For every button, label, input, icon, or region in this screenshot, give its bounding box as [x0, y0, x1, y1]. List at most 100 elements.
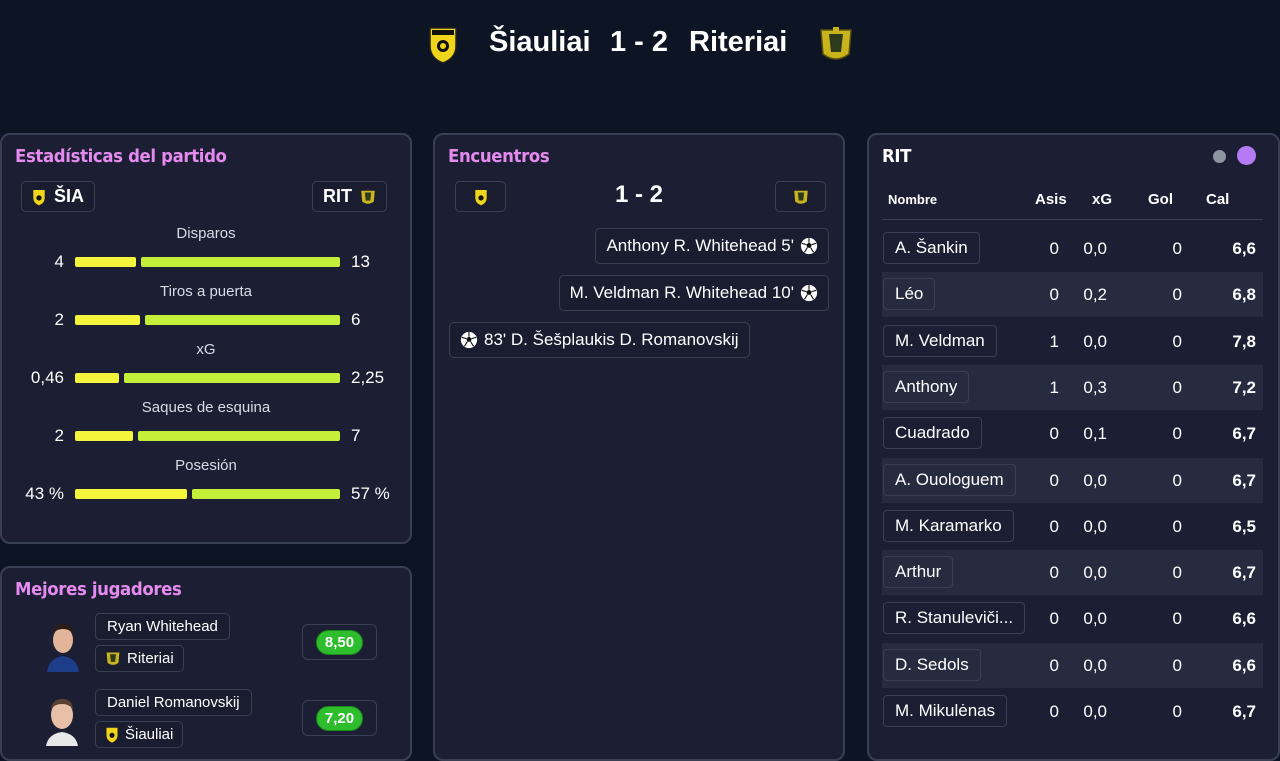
player-name[interactable]: A. Šankin: [883, 232, 980, 264]
stat-away-value: 7: [351, 426, 361, 445]
table-row[interactable]: Anthony 1 0,3 0 7,2: [882, 364, 1263, 410]
player-name: Daniel Romanovskij: [107, 694, 240, 711]
player-rating: 7,20: [315, 705, 364, 731]
table-row[interactable]: A. Šankin 0 0,0 0 6,6: [882, 226, 1263, 271]
goal-event[interactable]: M. Veldman R. Whitehead 10': [558, 275, 829, 311]
player-rating-badge: 8,50: [302, 624, 377, 660]
match-score: 1 - 2: [610, 26, 669, 58]
rating-cell: 6,7: [1232, 702, 1256, 721]
goal-event[interactable]: Anthony R. Whitehead 5': [595, 228, 829, 264]
siauliai-crest-icon: [429, 27, 457, 64]
stat-home-value: 2: [54, 310, 64, 329]
events-panel: Encuentros 1 - 2 Anthony R. Whitehead 5'…: [433, 133, 845, 761]
table-row[interactable]: M. Veldman 1 0,0 0 7,8: [882, 319, 1263, 364]
stat-label: Tiros a puerta: [160, 283, 252, 300]
player-rating: 8,50: [315, 629, 364, 655]
stat-home-value: 4: [54, 252, 64, 271]
stat-home-bar: [75, 315, 140, 325]
player-name-chip[interactable]: Daniel Romanovskij: [95, 689, 252, 716]
xg-cell: 0,3: [1083, 377, 1107, 397]
table-row[interactable]: D. Sedols 0 0,0 0 6,6: [882, 642, 1263, 688]
assists-cell: 1: [1049, 331, 1059, 351]
xg-cell: 0,0: [1083, 655, 1107, 675]
stat-home-value: 0,46: [30, 368, 64, 387]
player-name[interactable]: A. Ouologuem: [883, 463, 1016, 496]
player-name[interactable]: M. Mikulėnas: [883, 695, 1008, 727]
stat-home-bar: [75, 431, 133, 441]
match-header: Šiauliai 1 - 2 Riteriai: [0, 0, 1280, 90]
soccer-ball-icon: [800, 284, 818, 302]
player-name-chip[interactable]: Ryan Whitehead: [95, 613, 230, 640]
stat-away-value: 2,25: [351, 368, 385, 387]
page-indicator-dot[interactable]: [1213, 150, 1226, 163]
xg-cell: 0,0: [1083, 239, 1107, 258]
lineup-panel-title: RIT: [882, 146, 912, 167]
player-name[interactable]: M. Veldman: [883, 324, 997, 357]
xg-cell: 0,0: [1083, 563, 1107, 583]
riteriai-crest-icon: [361, 190, 375, 204]
away-crest-chip: [775, 181, 826, 212]
assists-cell: 0: [1049, 285, 1059, 305]
player-name[interactable]: Arthur: [883, 556, 954, 589]
xg-cell: 0,0: [1083, 702, 1107, 721]
column-header-goals: Gol: [1148, 191, 1173, 208]
away-team-chip: RIT: [312, 181, 387, 212]
column-header-rating: Cal: [1206, 191, 1230, 208]
assists-cell: 0: [1049, 702, 1059, 721]
player-name[interactable]: M. Karamarko: [883, 509, 1014, 542]
assists-cell: 1: [1049, 377, 1059, 397]
player-name[interactable]: Cuadrado: [883, 417, 982, 450]
stat-away-bar: [192, 489, 340, 499]
riteriai-crest-icon: [820, 27, 852, 60]
page-indicator-dot-active[interactable]: [1237, 146, 1256, 165]
rating-cell: 6,7: [1232, 424, 1256, 444]
stat-home-bar: [75, 489, 187, 499]
table-row[interactable]: R. Stanuleviči... 0 0,0 0 6,6: [882, 596, 1263, 641]
rating-cell: 6,7: [1232, 563, 1256, 583]
rating-cell: 6,6: [1232, 655, 1256, 675]
rating-cell: 6,7: [1232, 470, 1256, 490]
away-team-name: Riteriai: [689, 26, 788, 58]
player-name[interactable]: Anthony: [883, 370, 970, 403]
avatar: [42, 690, 82, 746]
goals-cell: 0: [1172, 285, 1182, 305]
goals-cell: 0: [1172, 470, 1182, 490]
rating-cell: 6,6: [1232, 609, 1256, 629]
events-panel-title: Encuentros: [448, 146, 550, 167]
riteriai-crest-icon: [106, 652, 120, 665]
stat-label: Disparos: [176, 225, 236, 242]
xg-cell: 0,1: [1083, 424, 1107, 444]
assists-cell: 0: [1049, 470, 1059, 490]
header-divider: [882, 219, 1263, 220]
goal-event-text: Anthony R. Whitehead 5': [606, 236, 794, 255]
home-team-name: Šiauliai: [489, 26, 591, 58]
avatar: [43, 616, 83, 672]
player-name[interactable]: D. Sedols: [883, 648, 981, 681]
stat-home-bar: [75, 257, 136, 267]
stat-label: xG: [196, 341, 216, 358]
table-row[interactable]: Arthur 0 0,0 0 6,7: [882, 550, 1263, 596]
xg-cell: 0,0: [1083, 331, 1107, 351]
goal-event-text: 83' D. Šešplaukis D. Romanovskij: [484, 330, 739, 349]
home-team-abbr: ŠIA: [54, 186, 85, 206]
table-row[interactable]: Léo 0 0,2 0 6,8: [882, 272, 1263, 318]
player-name[interactable]: Léo: [883, 278, 936, 311]
table-row[interactable]: M. Karamarko 0 0,0 0 6,5: [882, 504, 1263, 549]
goals-cell: 0: [1172, 239, 1182, 258]
home-team-chip: ŠIA: [21, 181, 96, 212]
player-team-chip: Riteriai: [95, 645, 184, 672]
stat-away-value: 57 %: [351, 484, 390, 503]
best-players-panel: Mejores jugadores Ryan Whitehead Riteria…: [0, 566, 412, 761]
away-team-abbr: RIT: [323, 186, 352, 206]
assists-cell: 0: [1049, 609, 1059, 629]
soccer-ball-icon: [460, 331, 478, 349]
stat-away-bar: [145, 315, 340, 325]
assists-cell: 0: [1049, 239, 1059, 258]
table-row[interactable]: M. Mikulėnas 0 0,0 0 6,7: [882, 689, 1263, 734]
goal-event[interactable]: 83' D. Šešplaukis D. Romanovskij: [449, 322, 750, 358]
player-name[interactable]: R. Stanuleviči...: [883, 602, 1026, 635]
table-row[interactable]: Cuadrado 0 0,1 0 6,7: [882, 411, 1263, 456]
table-row[interactable]: A. Ouologuem 0 0,0 0 6,7: [882, 457, 1263, 503]
stats-panel-title: Estadísticas del partido: [15, 146, 227, 167]
stat-away-value: 6: [351, 310, 361, 329]
